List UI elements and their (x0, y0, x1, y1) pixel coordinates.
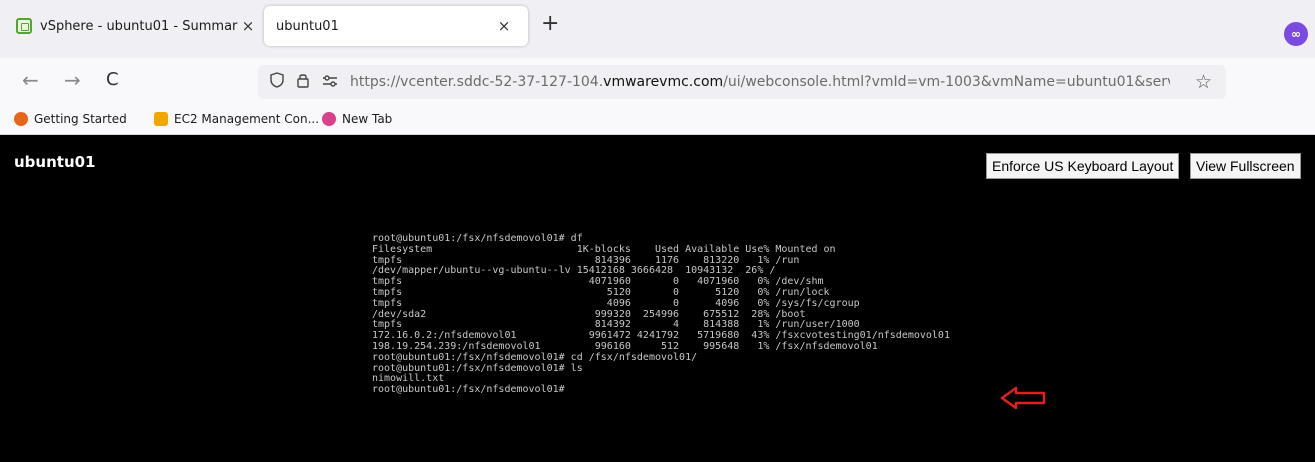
terminal-line: 198.19.254.239:/nfsdemovol01 996160 512 … (372, 340, 878, 352)
profile-icon[interactable]: ∞ (1284, 22, 1308, 46)
back-button[interactable]: ← (22, 70, 39, 90)
shield-icon[interactable] (270, 72, 284, 92)
terminal-line: tmpfs 4096 0 4096 0% /sys/fs/cgroup (372, 297, 860, 309)
terminal-line: Filesystem 1K-blocks Used Available Use%… (372, 243, 836, 255)
terminal-line: tmpfs 814392 4 814388 1% /run/user/1000 (372, 319, 860, 331)
vm-name: ubuntu01 (14, 153, 96, 171)
terminal-line: tmpfs 814396 1176 813220 1% /run (372, 254, 800, 266)
firefox-icon (14, 112, 28, 126)
new-tab-icon (322, 112, 336, 126)
bookmark-ec2-management[interactable]: EC2 Management Con... (154, 112, 319, 126)
reload-button[interactable]: C (106, 70, 119, 90)
url-text: https://vcenter.sddc-52-37-127-104.vmwar… (350, 74, 1170, 90)
terminal-line: 172.16.0.2:/nfsdemovol01 9961472 4241792… (372, 330, 950, 342)
annotation-arrow-icon (1000, 386, 1046, 410)
tab-title: vSphere - ubuntu01 - Summary (40, 18, 238, 34)
terminal-line: nimowill.txt (372, 373, 445, 385)
terminal-line: /dev/sda2 999320 254996 675512 28% /boot (372, 308, 806, 320)
terminal-line: tmpfs 5120 0 5120 0% /run/lock (372, 286, 830, 298)
vsphere-icon (16, 18, 32, 34)
close-icon[interactable]: × (238, 17, 258, 35)
terminal-line: root@ubuntu01:/fsx/nfsdemovol01# ls (372, 362, 583, 374)
aws-icon (154, 112, 168, 126)
permissions-icon[interactable] (322, 73, 338, 92)
bookmark-star-icon[interactable]: ☆ (1195, 71, 1212, 93)
lock-icon[interactable] (296, 72, 310, 92)
navigation-bar: ← → C https://vcenter.sddc-52-37-127-104… (0, 58, 1315, 106)
close-icon[interactable]: × (494, 17, 514, 35)
terminal-line: tmpfs 4071960 0 4071960 0% /dev/shm (372, 276, 824, 288)
terminal-output[interactable]: root@ubuntu01:/fsx/nfsdemovol01# df File… (372, 233, 950, 396)
tab-strip: vSphere - ubuntu01 - Summary × ubuntu01 … (0, 0, 1315, 58)
view-fullscreen-button[interactable]: View Fullscreen (1190, 153, 1301, 179)
terminal-line: root@ubuntu01:/fsx/nfsdemovol01# cd /fsx… (372, 351, 698, 363)
tab-vsphere-summary[interactable]: vSphere - ubuntu01 - Summary × (6, 6, 258, 46)
tab-title: ubuntu01 (276, 18, 339, 34)
tab-ubuntu01[interactable]: ubuntu01 × (264, 6, 528, 46)
terminal-line: root@ubuntu01:/fsx/nfsdemovol01# df (372, 233, 583, 244)
terminal-line: root@ubuntu01:/fsx/nfsdemovol01# (372, 384, 565, 396)
terminal-line: /dev/mapper/ubuntu--vg-ubuntu--lv 154121… (372, 265, 776, 277)
vm-console-header: ubuntu01 Enforce US Keyboard Layout View… (0, 135, 1315, 185)
bookmarks-bar: Getting Started EC2 Management Con... Ne… (0, 106, 1315, 135)
enforce-us-keyboard-button[interactable]: Enforce US Keyboard Layout (986, 153, 1180, 179)
forward-button[interactable]: → (64, 70, 81, 90)
address-bar[interactable]: https://vcenter.sddc-52-37-127-104.vmwar… (258, 65, 1226, 99)
bookmark-getting-started[interactable]: Getting Started (14, 112, 127, 126)
bookmark-new-tab[interactable]: New Tab (322, 112, 392, 126)
new-tab-button[interactable]: + (541, 13, 559, 35)
